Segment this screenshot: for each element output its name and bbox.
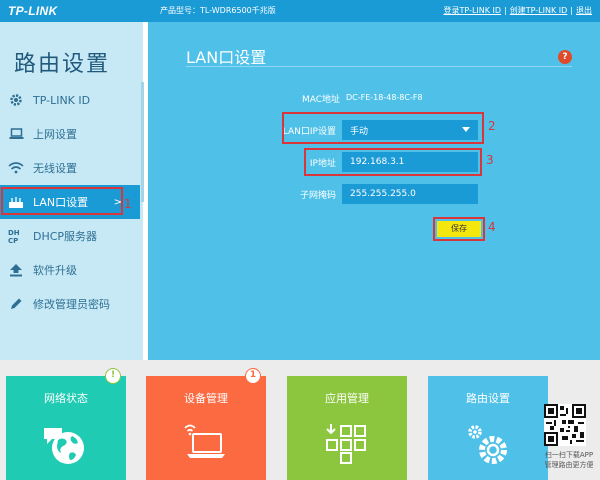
annotation-box-4 [433,217,485,241]
page-title: LAN口设置 [186,48,267,67]
tile-label: 设备管理 [184,392,228,405]
sidebar-item-tplink-id[interactable]: TP-LINK ID [0,83,140,117]
qr-code [544,404,586,446]
sidebar-item-label: 软件升级 [33,264,77,277]
sidebar-scrollbar[interactable] [141,82,144,202]
sidebar-item-upgrade[interactable]: 软件升级 [0,253,140,287]
subnet-mask-label: 子网掩码 [299,191,336,201]
tile-label: 网络状态 [44,392,88,405]
qr-caption-line-1: 扫一扫下载APP [544,451,594,459]
exit-link[interactable]: 退出 [576,6,592,15]
gear-icon [7,92,25,108]
annotation-box-2 [282,112,484,144]
subnet-mask-input[interactable]: 255.255.255.0 [342,184,478,204]
upgrade-icon [7,262,25,278]
annotation-number-3: 3 [486,153,494,167]
product-model: 产品型号：TL-WDR6500千兆版 [160,6,276,15]
title-divider [186,66,572,67]
network-status-badge: ! [105,368,121,384]
sidebar-item-label: TP-LINK ID [33,93,91,107]
tile-router-settings[interactable]: 路由设置 [428,376,548,480]
annotation-number-1: 1 [124,197,132,211]
sidebar-item-label: 无线设置 [33,162,77,175]
link-separator: | [504,6,507,15]
mac-label: MAC地址 [301,95,340,105]
laptop-wifi-icon [181,422,231,466]
sidebar-item-internet[interactable]: 上网设置 [0,117,140,151]
svg-text:DH: DH [8,229,20,237]
device-management-badge: 1 [245,368,261,384]
main-panel: LAN口设置 ? MAC地址 DC-FE-18-48-8C-F8 LAN口IP设… [148,22,600,360]
sidebar-item-admin-password[interactable]: 修改管理员密码 [0,287,140,321]
tile-network-status[interactable]: ! 网络状态 [6,368,126,480]
mac-value: DC-FE-18-48-8C-F8 [346,93,423,102]
tile-app-management[interactable]: 应用管理 [287,376,407,480]
svg-text:CP: CP [8,237,18,244]
globe-chat-icon [42,422,90,472]
dhcp-icon: DH CP [7,228,25,244]
tile-device-management[interactable]: 1 设备管理 [146,368,266,480]
tp-link-logo: TP-LINK [8,4,58,18]
top-bar: TP-LINK 产品型号：TL-WDR6500千兆版 登录TP-LINK ID |… [0,0,600,22]
annotation-number-2: 2 [488,119,496,133]
laptop-icon [7,126,25,142]
apps-grid-icon [324,422,370,468]
create-tplink-id-link[interactable]: 创建TP-LINK ID [510,6,568,15]
sidebar-item-dhcp[interactable]: DH CP DHCP服务器 [0,219,140,253]
tile-label: 路由设置 [466,392,510,405]
tile-label: 应用管理 [325,392,369,405]
link-separator: | [570,6,573,15]
qr-caption: 扫一扫下载APP 管理路由更方便 [540,450,598,470]
qr-caption-line-2: 管理路由更方便 [544,461,594,469]
sidebar-item-label: 上网设置 [33,128,77,141]
help-icon[interactable]: ? [558,50,572,64]
pencil-icon [7,296,25,312]
gears-icon [463,422,513,472]
top-links: 登录TP-LINK ID | 创建TP-LINK ID | 退出 [444,5,592,16]
sidebar-item-label: 修改管理员密码 [33,298,110,311]
sidebar-item-wireless[interactable]: 无线设置 [0,151,140,185]
sidebar-item-label: DHCP服务器 [33,230,98,243]
annotation-box-3 [304,148,482,176]
sidebar-title: 路由设置 [14,52,111,77]
bottom-nav: ! 网络状态 1 设备管理 应用管理 路由设置 [0,360,600,480]
subnet-mask-value: 255.255.255.0 [350,189,416,199]
wifi-icon [7,160,25,176]
annotation-number-4: 4 [488,220,496,234]
login-tplink-id-link[interactable]: 登录TP-LINK ID [444,6,502,15]
annotation-box-1 [1,187,123,215]
